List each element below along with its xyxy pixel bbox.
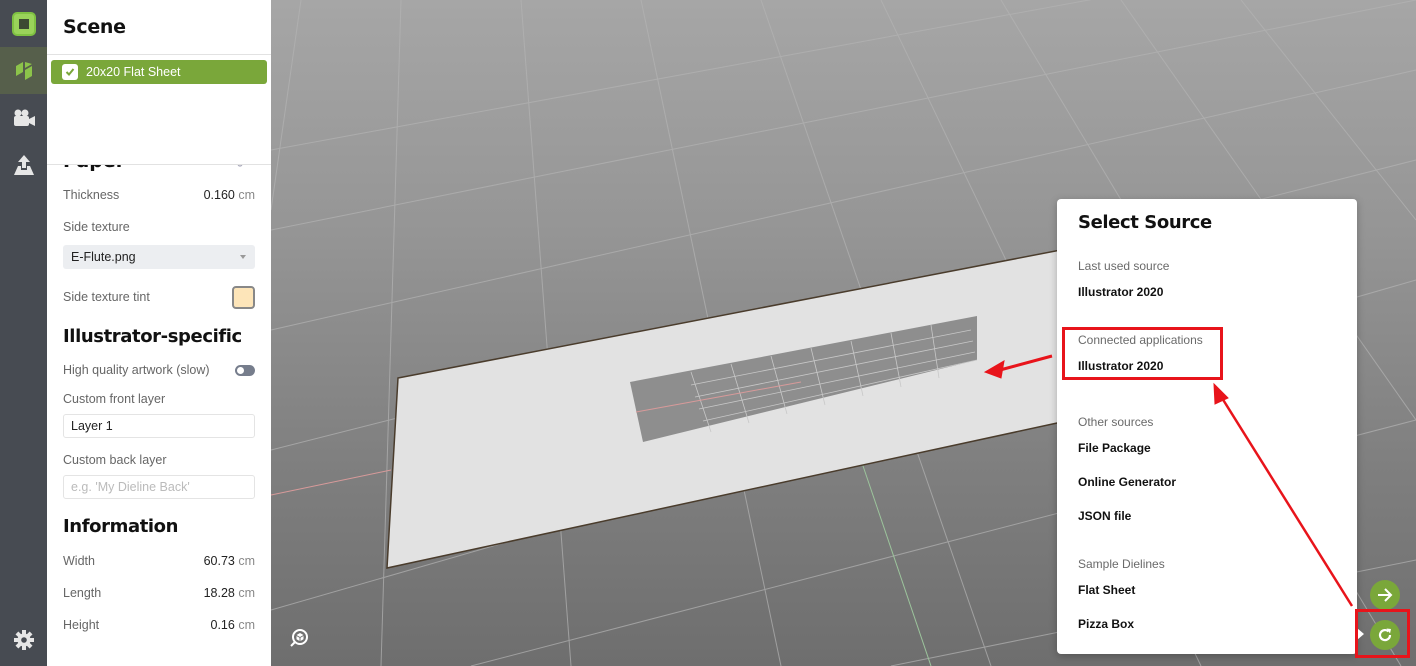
info-row-height: Height 0.16 cm [63,618,255,632]
source-online-generator[interactable]: Online Generator [1078,475,1176,489]
checkmark-icon [65,68,75,76]
info-value: 60.73 cm [204,554,255,568]
source-json-file[interactable]: JSON file [1078,509,1131,523]
view-cube-icon[interactable] [289,628,309,648]
scene-item-label: 20x20 Flat Sheet [86,65,181,79]
section-title-illustrator: Illustrator-specific [63,326,242,347]
app-logo[interactable] [0,0,47,47]
divider [47,54,271,55]
hq-artwork-label: High quality artwork (slow) [63,363,210,377]
side-texture-tint-row: Side texture tint [63,284,255,310]
hq-artwork-toggle[interactable] [235,364,255,376]
arrow-right-icon [1378,588,1393,602]
select-source-popover: Select Source Last used source Illustrat… [1057,199,1364,654]
side-texture-value: E-Flute.png [71,250,136,264]
caret-down-icon [240,255,246,259]
back-layer-label: Custom back layer [63,453,167,467]
thickness-number: 0.160 [203,188,235,202]
info-unit: cm [238,618,255,632]
back-layer-input[interactable]: e.g. 'My Dieline Back' [63,475,255,499]
sample-pizza-box[interactable]: Pizza Box [1078,617,1134,631]
icon-rail [0,0,47,666]
thickness-value[interactable]: 0.160 cm [204,188,255,202]
rail-item-export[interactable] [0,141,47,188]
info-number: 0.16 [210,618,235,632]
toggle-knob [237,366,244,374]
annotation-highlight-connected [1062,327,1223,380]
category-sample-dielines: Sample Dielines [1078,557,1165,571]
x-axis-line [271,469,392,496]
tint-color-swatch[interactable] [232,285,255,309]
settings-button[interactable] [0,616,47,663]
info-label: Length [63,586,102,600]
thickness-label: Thickness [63,188,120,202]
info-label: Height [63,618,100,632]
front-layer-label: Custom front layer [63,392,166,406]
panel-title: Scene [63,16,126,38]
flat-sheet-model [386,247,1072,569]
video-camera-icon [13,109,35,126]
side-texture-label-row: Side texture [63,220,255,234]
sample-flat-sheet[interactable]: Flat Sheet [1078,583,1135,597]
scene-panel: Scene 20x20 Flat Sheet Paper Thickness 0… [47,0,271,666]
side-texture-label: Side texture [63,220,130,234]
next-button[interactable] [1370,580,1400,610]
front-layer-label-row: Custom front layer [63,392,255,406]
source-file-package[interactable]: File Package [1078,441,1151,455]
category-other-sources: Other sources [1078,415,1154,429]
info-number: 18.28 [203,586,235,600]
z-axis-line [860,459,932,666]
scene-item-checkbox[interactable] [62,64,78,80]
divider [47,164,271,165]
source-last-used-illustrator[interactable]: Illustrator 2020 [1078,285,1163,299]
hq-artwork-row: High quality artwork (slow) [63,363,255,377]
category-last-used: Last used source [1078,259,1170,273]
annotation-highlight-reload [1355,609,1410,658]
side-texture-select[interactable]: E-Flute.png [63,245,255,269]
upload-icon [13,154,34,175]
section-title-information: Information [63,516,179,537]
info-value: 0.16 cm [211,618,256,632]
back-layer-label-row: Custom back layer [63,453,255,467]
panel-header: Scene 20x20 Flat Sheet [47,0,271,165]
rail-item-camera[interactable] [0,94,47,141]
thickness-unit: cm [238,188,255,202]
info-number: 60.73 [203,554,235,568]
info-value: 18.28 cm [204,586,255,600]
scene-list-item[interactable]: 20x20 Flat Sheet [51,60,267,84]
info-row-width: Width 60.73 cm [63,554,255,568]
info-unit: cm [238,554,255,568]
side-texture-tint-label: Side texture tint [63,290,150,304]
info-row-length: Length 18.28 cm [63,586,255,600]
thickness-row: Thickness 0.160 cm [63,188,255,202]
front-layer-input[interactable]: Layer 1 [63,414,255,438]
info-label: Width [63,554,95,568]
popover-title: Select Source [1078,212,1212,233]
info-unit: cm [238,586,255,600]
rail-item-scene[interactable] [0,47,47,94]
dieline-icon [15,61,32,80]
gear-icon [13,629,34,650]
app-logo-icon [11,11,36,36]
